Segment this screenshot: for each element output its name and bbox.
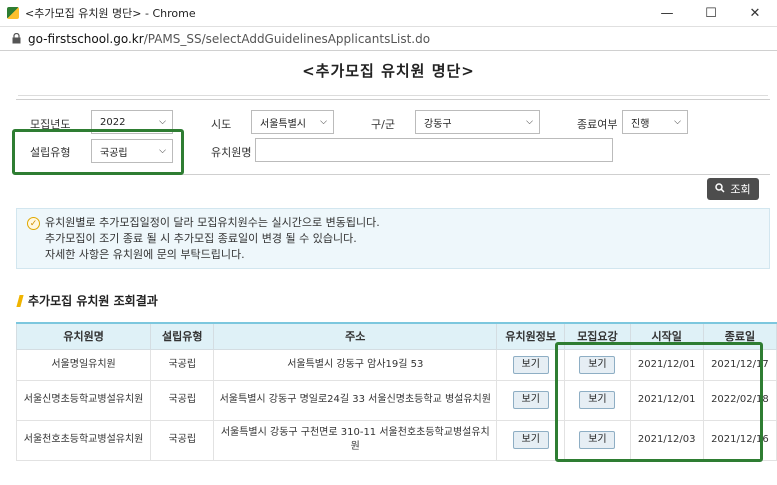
gugun-select[interactable]: 강동구 ⌵ [415, 110, 540, 134]
establishment-type: 국공립 [150, 379, 215, 421]
address: 서울특별시 강동구 암사19길 53 [213, 348, 498, 381]
type-highlight-box [12, 129, 184, 175]
browser-titlebar: <추가모집 유치원 명단> - Chrome — ☐ ✕ [0, 0, 777, 27]
year-select-value: 2022 [100, 116, 126, 128]
search-button-label: 조회 [730, 183, 751, 196]
title-divider [18, 95, 768, 96]
page-title: <추가모집 유치원 명단> [302, 62, 475, 80]
name-input[interactable] [255, 138, 613, 162]
kindergarten-name: 서울신명초등학교병설유치원 [15, 379, 152, 421]
address: 서울특별시 강동구 명일로24길 33 서울신명초등학교 병설유치원 [213, 379, 498, 421]
notice-line: 자세한 사항은 유치원에 문의 부탁드립니다. [45, 248, 245, 261]
search-icon [715, 182, 725, 196]
window-controls: — ☐ ✕ [645, 0, 777, 27]
check-circle-icon: ✓ [27, 217, 40, 230]
column-header: 주소 [213, 322, 498, 350]
site-favicon-icon [7, 7, 19, 19]
results-section-title: 추가모집 유치원 조회결과 [16, 292, 158, 309]
chevron-down-icon: ⌵ [320, 117, 327, 127]
url-path: /PAMS_SS/selectAddGuidelinesApplicantsLi… [143, 31, 431, 46]
window-title: <추가모집 유치원 명단> - Chrome [25, 7, 196, 20]
establishment-type: 국공립 [150, 419, 215, 461]
info-view-button[interactable]: 보기 [512, 355, 549, 374]
gugun-select-value: 강동구 [424, 118, 452, 130]
notice-text: 유치원별로 추가모집일정이 달라 모집유치원수는 실시간으로 변동됩니다. 추가… [45, 215, 380, 263]
gugun-label: 구/군 [371, 118, 395, 131]
sido-select-value: 서울특별시 [260, 118, 306, 130]
kindergarten-name: 서울명일유치원 [15, 348, 152, 381]
name-label: 유치원명 [211, 146, 252, 159]
search-button[interactable]: 조회 [707, 178, 759, 200]
chevron-down-icon: ⌵ [159, 117, 166, 127]
results-title-text: 추가모집 유치원 조회결과 [28, 294, 158, 308]
address: 서울특별시 강동구 구천면로 310-11 서울천호초등학교병설유치원 [213, 419, 498, 461]
close-button[interactable]: ✕ [733, 0, 777, 27]
notice-line: 유치원별로 추가모집일정이 달라 모집유치원수는 실시간으로 변동됩니다. [45, 216, 380, 229]
address-bar[interactable]: go-firstschool.go.kr/PAMS_SS/selectAddGu… [0, 27, 777, 51]
notice-box: ✓ 유치원별로 추가모집일정이 달라 모집유치원수는 실시간으로 변동됩니다. … [16, 208, 770, 269]
kindergarten-name: 서울천호초등학교병설유치원 [15, 419, 152, 461]
dates-highlight-box [555, 342, 763, 462]
section-marker-icon [16, 294, 24, 307]
chevron-down-icon: ⌵ [526, 117, 533, 127]
page-content: <추가모집 유치원 명단> 모집년도 2022 ⌵ 시도 서울특별시 ⌵ 구/군… [0, 51, 777, 485]
url-text[interactable]: go-firstschool.go.kr/PAMS_SS/selectAddGu… [28, 32, 430, 46]
minimize-button[interactable]: — [645, 0, 689, 27]
lock-icon [10, 33, 22, 44]
status-label: 종료여부 [577, 118, 618, 131]
info-view-button[interactable]: 보기 [512, 431, 549, 449]
sido-label: 시도 [211, 118, 232, 131]
maximize-button[interactable]: ☐ [689, 0, 733, 27]
status-select[interactable]: 진행 ⌵ [622, 110, 688, 134]
column-header: 유치원명 [15, 322, 152, 350]
notice-line: 추가모집이 조기 종료 될 시 추가모집 종료일이 변경 될 수 있습니다. [45, 232, 357, 245]
chevron-down-icon: ⌵ [674, 117, 681, 127]
establishment-type: 국공립 [150, 348, 215, 381]
status-select-value: 진행 [631, 118, 650, 130]
url-host: go-firstschool.go.kr [28, 31, 144, 46]
sido-select[interactable]: 서울특별시 ⌵ [251, 110, 334, 134]
info-view-button[interactable]: 보기 [512, 391, 549, 409]
column-header: 설립유형 [150, 322, 215, 350]
